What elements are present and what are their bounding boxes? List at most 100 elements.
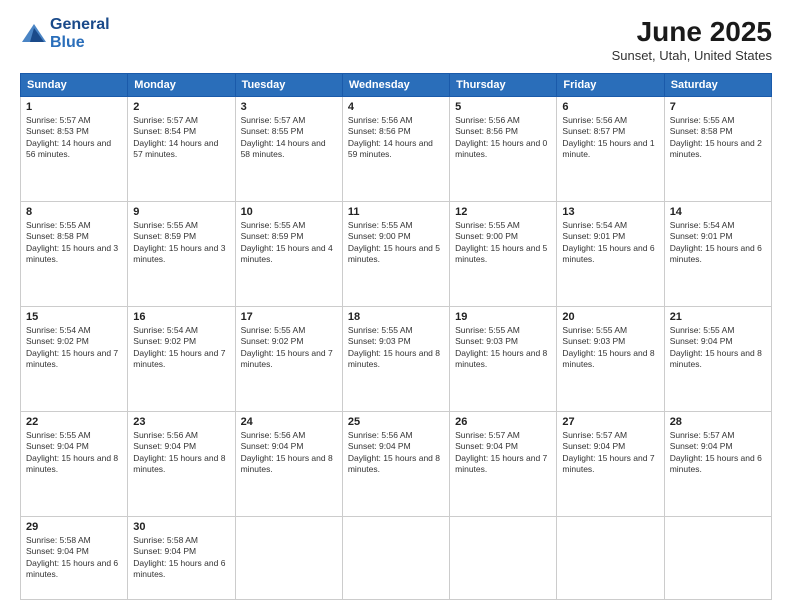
day-number: 11 — [348, 206, 444, 218]
day-cell: 19Sunrise: 5:55 AMSunset: 9:03 PMDayligh… — [450, 306, 557, 411]
day-cell: 3 Sunrise: 5:57 AMSunset: 8:55 PMDaylight… — [235, 97, 342, 202]
day-number: 28 — [670, 416, 766, 428]
header-row: SundayMondayTuesdayWednesdayThursdayFrid… — [21, 74, 772, 97]
header-day-tuesday: Tuesday — [235, 74, 342, 97]
day-number: 16 — [133, 311, 229, 323]
day-number: 6 — [562, 101, 658, 113]
day-info: Sunrise: 5:55 AMSunset: 9:04 PMDaylight:… — [670, 325, 766, 371]
calendar-body: 1 Sunrise: 5:57 AMSunset: 8:53 PMDaylight… — [21, 97, 772, 600]
day-number: 22 — [26, 416, 122, 428]
day-cell: 10 Sunrise: 5:55 AMSunset: 8:59 PMDayligh… — [235, 201, 342, 306]
day-cell: 16 Sunrise: 5:54 AMSunset: 9:02 PMDayligh… — [128, 306, 235, 411]
day-number: 10 — [241, 206, 337, 218]
day-cell: 13 Sunrise: 5:54 AMSunset: 9:01 PMDayligh… — [557, 201, 664, 306]
day-cell: 8 Sunrise: 5:55 AMSunset: 8:58 PMDaylight… — [21, 201, 128, 306]
day-number: 30 — [133, 521, 229, 533]
day-cell: 25Sunrise: 5:56 AMSunset: 9:04 PMDayligh… — [342, 411, 449, 516]
week-row-4: 29 Sunrise: 5:58 AMSunset: 9:04 PMDayligh… — [21, 516, 772, 599]
day-cell: 30 Sunrise: 5:58 AMSunset: 9:04 PMDayligh… — [128, 516, 235, 599]
day-cell: 14 Sunrise: 5:54 AMSunset: 9:01 PMDayligh… — [664, 201, 771, 306]
header-day-monday: Monday — [128, 74, 235, 97]
day-number: 2 — [133, 101, 229, 113]
day-number: 8 — [26, 206, 122, 218]
calendar-table: SundayMondayTuesdayWednesdayThursdayFrid… — [20, 73, 772, 600]
day-number: 1 — [26, 101, 122, 113]
day-info: Sunrise: 5:56 AMSunset: 9:04 PMDaylight:… — [241, 430, 337, 476]
day-cell — [664, 516, 771, 599]
day-number: 3 — [241, 101, 337, 113]
day-number: 13 — [562, 206, 658, 218]
day-cell: 1 Sunrise: 5:57 AMSunset: 8:53 PMDaylight… — [21, 97, 128, 202]
day-number: 24 — [241, 416, 337, 428]
day-number: 5 — [455, 101, 551, 113]
day-cell: 29 Sunrise: 5:58 AMSunset: 9:04 PMDayligh… — [21, 516, 128, 599]
week-row-3: 22 Sunrise: 5:55 AMSunset: 9:04 PMDayligh… — [21, 411, 772, 516]
logo-wrapper: General Blue — [20, 16, 110, 51]
day-info: Sunrise: 5:57 AMSunset: 9:04 PMDaylight:… — [455, 430, 551, 476]
day-cell: 2 Sunrise: 5:57 AMSunset: 8:54 PMDaylight… — [128, 97, 235, 202]
day-number: 18 — [348, 311, 444, 323]
day-info: Sunrise: 5:56 AMSunset: 9:04 PMDaylight:… — [348, 430, 444, 476]
logo-icon — [20, 20, 48, 48]
main-title: June 2025 — [612, 16, 772, 48]
day-info: Sunrise: 5:56 AMSunset: 9:04 PMDaylight:… — [133, 430, 229, 476]
day-cell: 18Sunrise: 5:55 AMSunset: 9:03 PMDayligh… — [342, 306, 449, 411]
day-cell: 5 Sunrise: 5:56 AMSunset: 8:56 PMDaylight… — [450, 97, 557, 202]
day-cell: 27Sunrise: 5:57 AMSunset: 9:04 PMDayligh… — [557, 411, 664, 516]
day-info: Sunrise: 5:57 AMSunset: 8:55 PMDaylight:… — [241, 115, 337, 161]
header-day-saturday: Saturday — [664, 74, 771, 97]
week-row-2: 15 Sunrise: 5:54 AMSunset: 9:02 PMDayligh… — [21, 306, 772, 411]
day-cell: 23 Sunrise: 5:56 AMSunset: 9:04 PMDayligh… — [128, 411, 235, 516]
day-number: 23 — [133, 416, 229, 428]
day-info: Sunrise: 5:58 AMSunset: 9:04 PMDaylight:… — [133, 535, 229, 581]
header-day-thursday: Thursday — [450, 74, 557, 97]
header-day-sunday: Sunday — [21, 74, 128, 97]
title-block: June 2025 Sunset, Utah, United States — [612, 16, 772, 63]
logo: General Blue — [20, 16, 110, 51]
day-info: Sunrise: 5:56 AMSunset: 8:56 PMDaylight:… — [455, 115, 551, 161]
day-cell — [450, 516, 557, 599]
day-info: Sunrise: 5:54 AMSunset: 9:01 PMDaylight:… — [670, 220, 766, 266]
day-info: Sunrise: 5:55 AMSunset: 8:58 PMDaylight:… — [670, 115, 766, 161]
day-info: Sunrise: 5:54 AMSunset: 9:01 PMDaylight:… — [562, 220, 658, 266]
day-number: 7 — [670, 101, 766, 113]
day-info: Sunrise: 5:57 AMSunset: 8:54 PMDaylight:… — [133, 115, 229, 161]
sub-title: Sunset, Utah, United States — [612, 48, 772, 63]
day-cell: 20Sunrise: 5:55 AMSunset: 9:03 PMDayligh… — [557, 306, 664, 411]
day-cell: 22 Sunrise: 5:55 AMSunset: 9:04 PMDayligh… — [21, 411, 128, 516]
day-cell: 12Sunrise: 5:55 AMSunset: 9:00 PMDayligh… — [450, 201, 557, 306]
day-info: Sunrise: 5:54 AMSunset: 9:02 PMDaylight:… — [133, 325, 229, 371]
day-info: Sunrise: 5:55 AMSunset: 9:04 PMDaylight:… — [26, 430, 122, 476]
day-info: Sunrise: 5:57 AMSunset: 8:53 PMDaylight:… — [26, 115, 122, 161]
day-cell — [557, 516, 664, 599]
logo-line2: Blue — [50, 34, 110, 52]
page: General Blue June 2025 Sunset, Utah, Uni… — [0, 0, 792, 612]
day-cell: 26 Sunrise: 5:57 AMSunset: 9:04 PMDayligh… — [450, 411, 557, 516]
logo-line1: General — [50, 16, 110, 34]
calendar-header: SundayMondayTuesdayWednesdayThursdayFrid… — [21, 74, 772, 97]
day-cell: 24 Sunrise: 5:56 AMSunset: 9:04 PMDayligh… — [235, 411, 342, 516]
day-number: 15 — [26, 311, 122, 323]
day-cell: 17Sunrise: 5:55 AMSunset: 9:02 PMDayligh… — [235, 306, 342, 411]
day-info: Sunrise: 5:55 AMSunset: 8:58 PMDaylight:… — [26, 220, 122, 266]
day-cell — [235, 516, 342, 599]
day-number: 26 — [455, 416, 551, 428]
day-cell — [342, 516, 449, 599]
day-cell: 4Sunrise: 5:56 AMSunset: 8:56 PMDaylight… — [342, 97, 449, 202]
header: General Blue June 2025 Sunset, Utah, Uni… — [20, 16, 772, 63]
day-info: Sunrise: 5:57 AMSunset: 9:04 PMDaylight:… — [670, 430, 766, 476]
week-row-0: 1 Sunrise: 5:57 AMSunset: 8:53 PMDaylight… — [21, 97, 772, 202]
day-number: 29 — [26, 521, 122, 533]
day-cell: 9Sunrise: 5:55 AMSunset: 8:59 PMDaylight… — [128, 201, 235, 306]
day-number: 14 — [670, 206, 766, 218]
day-number: 4 — [348, 101, 444, 113]
day-info: Sunrise: 5:55 AMSunset: 8:59 PMDaylight:… — [241, 220, 337, 266]
day-info: Sunrise: 5:57 AMSunset: 9:04 PMDaylight:… — [562, 430, 658, 476]
day-number: 19 — [455, 311, 551, 323]
header-day-wednesday: Wednesday — [342, 74, 449, 97]
day-cell: 7 Sunrise: 5:55 AMSunset: 8:58 PMDaylight… — [664, 97, 771, 202]
day-info: Sunrise: 5:55 AMSunset: 9:00 PMDaylight:… — [455, 220, 551, 266]
day-info: Sunrise: 5:55 AMSunset: 9:00 PMDaylight:… — [348, 220, 444, 266]
day-info: Sunrise: 5:54 AMSunset: 9:02 PMDaylight:… — [26, 325, 122, 371]
day-info: Sunrise: 5:58 AMSunset: 9:04 PMDaylight:… — [26, 535, 122, 581]
